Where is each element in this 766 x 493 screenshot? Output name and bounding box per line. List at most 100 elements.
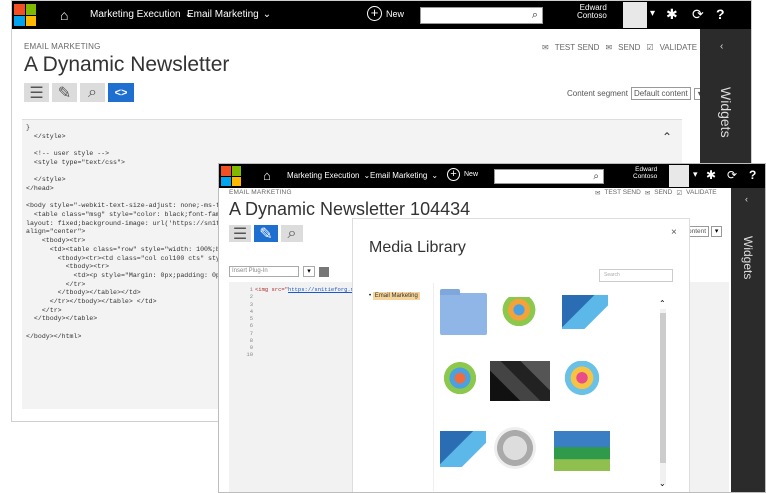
image-thumbnail-8[interactable] <box>554 431 610 471</box>
code-line: } <box>26 124 30 131</box>
validate-icon: ☑ <box>676 190 683 197</box>
chevron-down-icon: ⌄ <box>431 171 439 180</box>
test-send-icon: ✉ <box>595 190 601 197</box>
image-thumbnail-3[interactable] <box>440 361 480 399</box>
plus-circle-icon: + <box>367 6 382 21</box>
user-menu-chevron-icon[interactable]: ▾ <box>693 169 698 180</box>
test-send-button[interactable]: TEST SEND <box>604 189 640 197</box>
new-button[interactable]: + New <box>447 168 478 181</box>
line-number: 8 <box>249 336 253 344</box>
widgets-label: Widgets <box>718 87 734 138</box>
send-button[interactable]: SEND <box>654 189 672 197</box>
image-thumbnail-1[interactable] <box>500 297 538 329</box>
new-button[interactable]: + New <box>367 6 404 21</box>
collapse-icon[interactable]: ‹ <box>745 194 748 204</box>
image-thumbnail-7[interactable] <box>494 427 536 469</box>
widgets-panel[interactable]: ‹ Widgets <box>731 188 765 492</box>
nav-marketing-execution[interactable]: Marketing Execution ⌄ <box>287 171 370 180</box>
send-icon: ✉ <box>605 43 613 52</box>
design-view-icon[interactable]: ✎ <box>52 83 77 102</box>
send-button[interactable]: SEND <box>618 43 640 52</box>
nav-marketing-execution[interactable]: Marketing Execution ⌄ <box>90 9 193 20</box>
html-view-icon[interactable]: <> <box>108 83 134 102</box>
nav-email-marketing[interactable]: Email Marketing ⌄ <box>187 9 271 20</box>
home-icon[interactable]: ⌂ <box>60 7 68 23</box>
image-thumbnail-5[interactable] <box>564 361 600 403</box>
refresh-icon[interactable]: ⟳ <box>727 168 737 182</box>
media-library-title: Media Library <box>369 239 466 256</box>
search-icon: ⌕ <box>593 171 599 182</box>
gear-icon[interactable]: ✱ <box>666 6 678 23</box>
validate-button[interactable]: VALIDATE <box>660 43 698 52</box>
design-view-icon[interactable]: ✎ <box>254 225 278 243</box>
help-icon[interactable]: ? <box>716 6 725 22</box>
scrollbar-thumb[interactable] <box>660 313 666 463</box>
line-number: 1 <box>249 286 253 293</box>
search-input[interactable]: ⌕ <box>494 169 604 184</box>
chevron-down-icon[interactable]: ▾ <box>303 266 315 277</box>
microsoft-logo[interactable] <box>14 4 36 26</box>
page-title: A Dynamic Newsletter 104434 <box>229 199 471 219</box>
bullet-icon: • <box>369 293 372 299</box>
top-nav-bar: ⌂ Marketing Execution ⌄ Email Marketing ⌄ … <box>12 1 751 29</box>
folder-icon[interactable] <box>440 289 487 335</box>
preview-icon[interactable]: ⌕ <box>281 225 303 242</box>
collapse-icon[interactable]: ‹ <box>720 41 723 52</box>
line-number: 10 <box>246 351 253 359</box>
page-title: A Dynamic Newsletter <box>24 53 230 76</box>
validate-button[interactable]: VALIDATE <box>686 189 716 197</box>
search-input[interactable]: ⌕ <box>420 7 543 24</box>
widgets-label: Widgets <box>741 236 755 280</box>
user-menu-chevron-icon[interactable]: ▾ <box>650 8 655 19</box>
folder-tree-item[interactable]: • Email Marketing <box>369 292 420 300</box>
avatar[interactable] <box>623 2 647 28</box>
image-thumbnail-6[interactable] <box>440 431 486 467</box>
actions-bar: ✉ TEST SEND ✉ SEND ☑ VALIDATE <box>542 43 697 52</box>
list-view-icon[interactable]: ☰ <box>24 83 49 102</box>
actions-bar: ✉ TEST SEND ✉ SEND ☑ VALIDATE <box>595 189 717 197</box>
code-line: </style> <box>26 132 66 140</box>
line-number: 3 <box>249 300 253 308</box>
breadcrumb: EMAIL MARKETING <box>229 189 292 196</box>
close-icon[interactable]: × <box>671 227 677 238</box>
home-icon[interactable]: ⌂ <box>263 168 271 183</box>
scroll-down-icon[interactable]: ⌄ <box>659 479 666 488</box>
insert-plugin-select[interactable]: Insert Plug-In <box>229 266 299 277</box>
media-scrollbar[interactable]: ⌃ ⌄ <box>659 299 666 488</box>
search-icon: ⌕ <box>531 9 538 21</box>
content-segment-label: Content segment <box>567 89 628 98</box>
gear-icon[interactable]: ✱ <box>706 168 716 182</box>
microsoft-logo[interactable] <box>221 166 241 186</box>
editor-toolbar: ☰ ✎ ⌕ <> <box>24 83 134 102</box>
line-number: 6 <box>249 322 253 330</box>
media-search-input[interactable]: Search <box>599 269 673 282</box>
image-thumbnail-2[interactable] <box>562 295 608 329</box>
content-segment-select[interactable]: Default content <box>630 87 691 100</box>
media-library-dialog: Media Library × Search • Email Marketing… <box>353 219 689 492</box>
plus-circle-icon: + <box>447 168 460 181</box>
user-name[interactable]: Edward Contoso <box>577 3 607 21</box>
line-number: 7 <box>249 329 253 337</box>
image-thumbnail-4[interactable] <box>490 361 550 401</box>
folder-tree-label: Email Marketing <box>372 292 420 300</box>
chevron-down-icon[interactable]: ▾ <box>711 226 723 237</box>
chevron-down-icon: ⌄ <box>262 9 272 20</box>
image-icon[interactable] <box>319 266 329 277</box>
line-number: 4 <box>249 307 253 315</box>
content-segment: ontent ▾ <box>685 226 723 237</box>
help-icon[interactable]: ? <box>749 168 756 182</box>
test-send-icon: ✉ <box>542 43 549 52</box>
avatar[interactable] <box>669 165 689 187</box>
nav-email-marketing[interactable]: Email Marketing ⌄ <box>370 171 438 180</box>
test-send-button[interactable]: TEST SEND <box>555 43 600 52</box>
line-number: 9 <box>249 344 253 351</box>
refresh-icon[interactable]: ⟳ <box>692 6 704 23</box>
preview-icon[interactable]: ⌕ <box>80 83 105 102</box>
scroll-up-icon[interactable]: ⌃ <box>662 130 672 144</box>
user-name[interactable]: Edward Contoso <box>633 166 657 181</box>
scroll-up-icon[interactable]: ⌃ <box>659 299 666 308</box>
list-view-icon[interactable]: ☰ <box>229 225 251 243</box>
editor-toolbar: ☰ ✎ ⌕ <box>229 225 303 243</box>
validate-icon: ☑ <box>646 43 654 52</box>
